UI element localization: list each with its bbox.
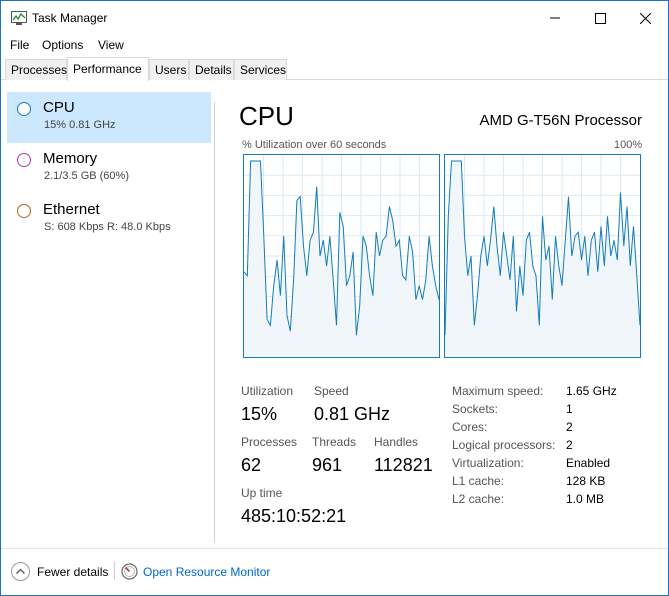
speed-label: Speed bbox=[314, 384, 349, 398]
processes-label: Processes bbox=[241, 435, 298, 449]
max-speed-value: 1.65 GHz bbox=[566, 384, 617, 398]
threads-value: 961 bbox=[312, 455, 343, 475]
sidebar-item-ethernet[interactable]: Ethernet S: 608 Kbps R: 48.0 Kbps bbox=[7, 194, 211, 245]
sockets-value: 1 bbox=[566, 402, 573, 416]
tab-services[interactable]: Services bbox=[234, 59, 287, 80]
threads-label: Threads bbox=[312, 435, 357, 449]
graph-max-label: 100% bbox=[614, 139, 643, 151]
footer-separator bbox=[114, 562, 115, 580]
logical-processors-label: Logical processors: bbox=[452, 438, 556, 452]
sidebar-item-label: CPU bbox=[43, 99, 75, 116]
sidebar-item-detail: 2.1/3.5 GB (60%) bbox=[44, 170, 129, 182]
minimize-icon bbox=[550, 17, 560, 19]
processor-name: AMD G-T56N Processor bbox=[479, 112, 642, 129]
menu-file[interactable]: File bbox=[10, 38, 29, 52]
max-speed-label: Maximum speed: bbox=[452, 384, 544, 398]
speed-value: 0.81 GHz bbox=[314, 404, 391, 424]
graph-caption: % Utilization over 60 seconds bbox=[242, 139, 387, 151]
cpu-graph-core-0 bbox=[243, 154, 440, 358]
tab-strip: Processes Performance Users Details Serv… bbox=[1, 57, 668, 81]
uptime-value: 485:10:52:21 bbox=[241, 506, 347, 526]
processes-value: 62 bbox=[241, 455, 262, 475]
chevron-up-icon[interactable] bbox=[11, 562, 30, 581]
cores-value: 2 bbox=[566, 420, 573, 434]
uptime-label: Up time bbox=[241, 486, 283, 500]
maximize-icon bbox=[594, 12, 606, 24]
sidebar-divider bbox=[214, 102, 215, 542]
logical-processors-value: 2 bbox=[566, 438, 573, 452]
task-manager-window: Task Manager File Options View Processes… bbox=[0, 0, 669, 596]
window-title: Task Manager bbox=[32, 11, 108, 25]
title-bar: Task Manager bbox=[1, 1, 668, 35]
utilization-value: 15% bbox=[241, 404, 278, 424]
virtualization-value: Enabled bbox=[566, 456, 611, 470]
ethernet-graph-icon bbox=[17, 204, 31, 218]
sidebar-item-memory[interactable]: Memory 2.1/3.5 GB (60%) bbox=[7, 143, 211, 194]
tab-details[interactable]: Details bbox=[189, 59, 234, 80]
sidebar-item-label: Ethernet bbox=[43, 201, 100, 218]
maximize-button[interactable] bbox=[577, 1, 623, 35]
fewer-details-link[interactable]: Fewer details bbox=[37, 565, 108, 579]
sidebar-item-label: Memory bbox=[43, 150, 98, 167]
minimize-button[interactable] bbox=[532, 1, 578, 35]
cpu-graph-core-1 bbox=[444, 154, 641, 358]
l1-cache-value: 128 KB bbox=[566, 474, 606, 488]
sockets-label: Sockets: bbox=[452, 402, 499, 416]
resource-monitor-icon bbox=[121, 563, 138, 580]
cpu-graph-core-1-plot bbox=[445, 155, 640, 357]
cores-label: Cores: bbox=[452, 420, 488, 434]
tab-performance[interactable]: Performance bbox=[67, 57, 149, 81]
footer-divider bbox=[1, 548, 668, 549]
handles-label: Handles bbox=[374, 435, 419, 449]
menu-bar: File Options View bbox=[1, 35, 668, 55]
menu-options[interactable]: Options bbox=[42, 38, 83, 52]
cpu-graph-icon bbox=[17, 102, 31, 116]
cpu-graph-core-0-plot bbox=[244, 155, 439, 357]
page-title: CPU bbox=[239, 101, 294, 131]
close-icon bbox=[639, 12, 651, 24]
menu-view[interactable]: View bbox=[98, 38, 124, 52]
tab-processes[interactable]: Processes bbox=[5, 59, 67, 80]
sidebar-item-detail: 15% 0.81 GHz bbox=[44, 119, 116, 131]
l2-cache-value: 1.0 MB bbox=[566, 492, 605, 506]
sidebar-item-detail: S: 608 Kbps R: 48.0 Kbps bbox=[44, 221, 171, 233]
task-manager-icon bbox=[11, 11, 27, 25]
sidebar-item-cpu[interactable]: CPU 15% 0.81 GHz bbox=[7, 92, 211, 143]
open-resource-monitor-link[interactable]: Open Resource Monitor bbox=[143, 565, 270, 579]
l2-cache-label: L2 cache: bbox=[452, 492, 505, 506]
handles-value: 112821 bbox=[374, 455, 433, 475]
utilization-label: Utilization bbox=[241, 384, 294, 398]
memory-graph-icon bbox=[17, 153, 31, 167]
resource-sidebar: CPU 15% 0.81 GHz Memory 2.1/3.5 GB (60%)… bbox=[1, 80, 216, 545]
virtualization-label: Virtualization: bbox=[452, 456, 524, 470]
close-button[interactable] bbox=[622, 1, 668, 35]
tab-users[interactable]: Users bbox=[149, 59, 189, 80]
l1-cache-label: L1 cache: bbox=[452, 474, 505, 488]
